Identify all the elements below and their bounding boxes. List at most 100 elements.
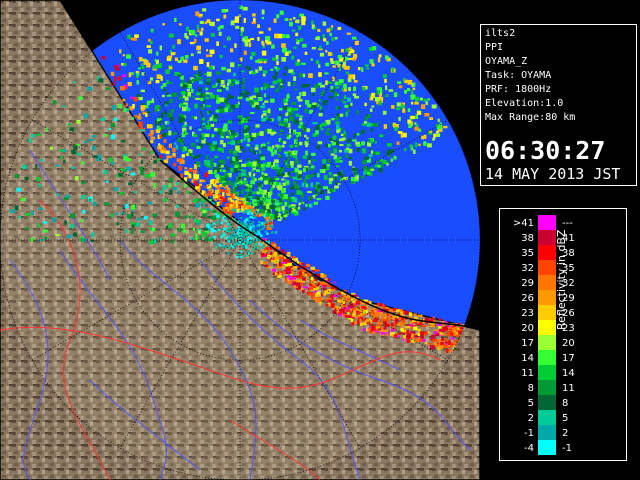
echo-cell bbox=[180, 56, 185, 61]
echo-cell bbox=[319, 106, 322, 110]
echo-cell bbox=[350, 181, 355, 184]
echo-cell bbox=[269, 251, 273, 255]
legend-swatch bbox=[538, 245, 556, 260]
echo-cell bbox=[243, 169, 247, 173]
echo-cell bbox=[269, 215, 274, 219]
echo-cell bbox=[363, 322, 367, 326]
echo-cell bbox=[355, 300, 360, 305]
echo-cell bbox=[279, 10, 284, 15]
echo-cell bbox=[145, 174, 151, 178]
echo-cell bbox=[186, 152, 189, 157]
echo-cell bbox=[361, 67, 364, 73]
echo-cell bbox=[330, 153, 335, 156]
echo-cell bbox=[159, 45, 162, 51]
echo-cell bbox=[313, 172, 316, 175]
echo-cell bbox=[274, 33, 278, 39]
echo-cell bbox=[226, 68, 231, 73]
echo-cell bbox=[371, 63, 375, 67]
echo-cell bbox=[433, 133, 436, 139]
echo-cell bbox=[214, 189, 220, 193]
echo-cell bbox=[344, 104, 349, 108]
echo-cell bbox=[60, 155, 63, 160]
echo-cell bbox=[299, 121, 303, 125]
echo-cell bbox=[230, 48, 234, 53]
echo-cell bbox=[246, 201, 252, 206]
echo-cell bbox=[420, 334, 424, 339]
echo-cell bbox=[272, 57, 276, 61]
echo-cell bbox=[424, 113, 430, 117]
echo-cell bbox=[234, 132, 238, 136]
echo-cell bbox=[38, 184, 42, 188]
echo-cell bbox=[237, 200, 242, 205]
echo-cell bbox=[220, 221, 224, 225]
echo-cell bbox=[163, 110, 167, 115]
echo-cell bbox=[242, 206, 247, 209]
echo-cell bbox=[328, 158, 331, 164]
echo-cell bbox=[206, 62, 210, 67]
echo-cell bbox=[293, 82, 296, 87]
echo-cell bbox=[270, 98, 275, 103]
echo-cell bbox=[341, 48, 344, 53]
echo-cell bbox=[296, 144, 300, 148]
echo-cell bbox=[100, 117, 106, 121]
echo-cell bbox=[309, 174, 314, 177]
echo-cell bbox=[330, 294, 333, 299]
echo-cell bbox=[162, 185, 167, 190]
legend-low-label: 29 bbox=[521, 278, 534, 289]
echo-cell bbox=[69, 127, 75, 131]
echo-cell bbox=[147, 80, 152, 85]
echo-cell bbox=[253, 173, 256, 177]
echo-cell bbox=[219, 25, 224, 29]
echo-cell bbox=[249, 100, 254, 105]
echo-cell bbox=[301, 126, 306, 132]
echo-cell bbox=[278, 154, 282, 158]
echo-cell bbox=[148, 133, 153, 137]
echo-cell bbox=[50, 146, 54, 150]
echo-cell bbox=[140, 129, 145, 132]
echo-cell bbox=[323, 293, 326, 296]
echo-cell bbox=[268, 27, 271, 31]
echo-cell bbox=[248, 236, 251, 239]
echo-cell bbox=[193, 198, 198, 203]
echo-cell bbox=[43, 221, 48, 224]
echo-cell bbox=[168, 223, 173, 229]
echo-cell bbox=[271, 225, 274, 228]
echo-cell bbox=[309, 168, 314, 171]
echo-cell bbox=[160, 124, 166, 130]
echo-cell bbox=[200, 97, 204, 101]
echo-cell bbox=[262, 45, 265, 49]
echo-cell bbox=[139, 166, 144, 172]
echo-cell bbox=[134, 34, 139, 38]
echo-cell bbox=[279, 182, 282, 186]
echo-cell bbox=[165, 225, 168, 229]
echo-cell bbox=[417, 328, 421, 332]
echo-cell bbox=[366, 67, 369, 70]
echo-cell bbox=[395, 318, 399, 322]
echo-cell bbox=[251, 252, 254, 255]
echo-cell bbox=[81, 219, 84, 223]
echo-cell bbox=[382, 110, 387, 115]
legend-swatch bbox=[538, 320, 556, 335]
echo-cell bbox=[256, 132, 260, 136]
echo-cell bbox=[331, 118, 335, 121]
echo-cell bbox=[244, 179, 247, 185]
echo-cell bbox=[257, 37, 260, 41]
echo-cell bbox=[293, 276, 296, 280]
echo-cell bbox=[357, 312, 361, 316]
echo-cell bbox=[160, 75, 163, 81]
echo-cell bbox=[444, 338, 447, 341]
echo-cell bbox=[334, 37, 338, 40]
echo-cell bbox=[439, 345, 443, 350]
echo-cell bbox=[209, 117, 213, 121]
echo-cell bbox=[253, 150, 257, 155]
echo-cell bbox=[227, 36, 230, 41]
echo-cell bbox=[307, 190, 312, 194]
echo-cell bbox=[233, 202, 236, 208]
echo-cell bbox=[386, 333, 389, 337]
echo-cell bbox=[136, 222, 140, 227]
echo-cell bbox=[281, 57, 286, 62]
legend-low-label: 23 bbox=[521, 308, 534, 319]
echo-cell bbox=[255, 124, 260, 128]
echo-cell bbox=[264, 128, 268, 132]
echo-cell bbox=[232, 107, 235, 110]
